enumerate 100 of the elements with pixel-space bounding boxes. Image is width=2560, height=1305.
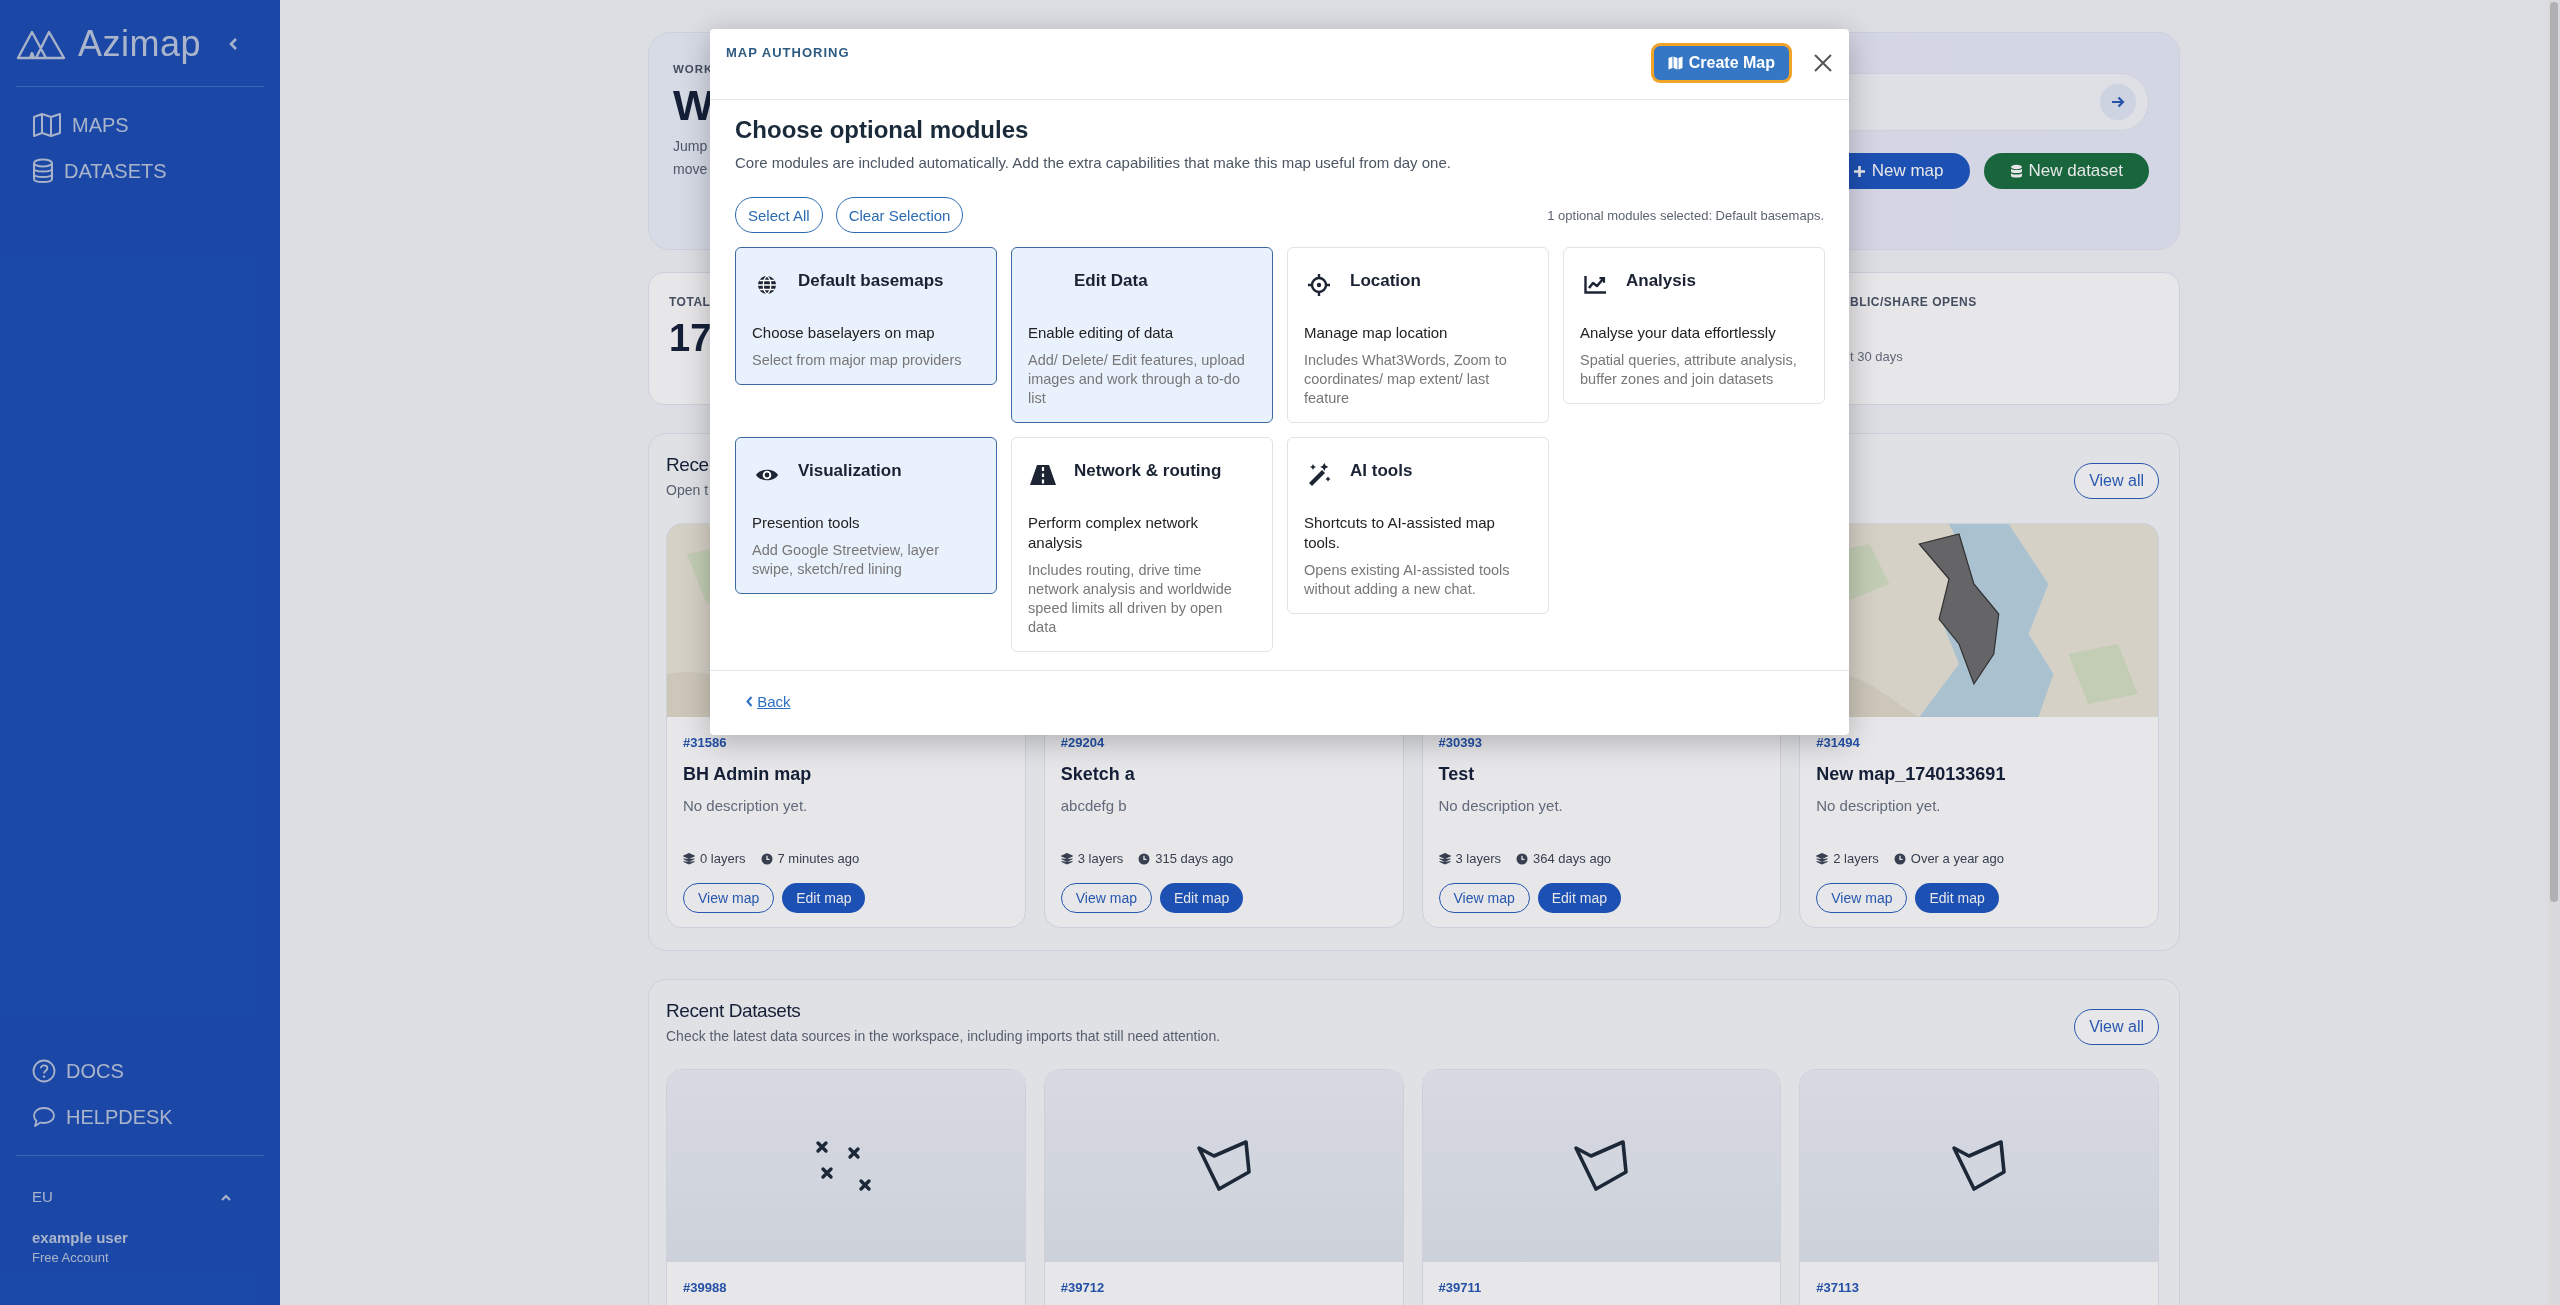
chevron-up-icon[interactable] [220, 1192, 232, 1201]
selection-summary: 1 optional modules selected: Default basemaps. [1547, 207, 1824, 223]
module-card[interactable]: AI tools Shortcuts to AI-assisted map tools. Opens existing AI-assisted tools without adding a new chat. [1287, 437, 1549, 614]
module-card[interactable]: Location Manage map location Includes What3Words, Zoom to coordinates/ map extent/ last feature [1287, 247, 1549, 423]
module-title: Edit Data [1074, 271, 1148, 291]
mountain-logo-icon [16, 28, 66, 60]
layers-icon [683, 852, 695, 865]
question-icon [32, 1059, 56, 1083]
map-description: No description yet. [1438, 797, 1563, 814]
view-map-button[interactable]: View map [683, 883, 775, 913]
module-summary: Shortcuts to AI-assisted map tools. [1304, 513, 1496, 553]
module-summary: Enable editing of data [1028, 323, 1175, 343]
chevron-left-icon [746, 696, 753, 707]
module-card[interactable]: Analysis Analyse your data effortlessly Spatial queries, attribute analysis, buffer zones and join datasets [1563, 247, 1825, 404]
clock-icon [1893, 852, 1906, 865]
module-detail: Select from major map providers [752, 351, 963, 370]
module-title: Network & routing [1074, 461, 1222, 481]
nav-link[interactable]: DOCS [32, 1055, 248, 1087]
map-id: #31586 [683, 735, 727, 750]
edit-map-button[interactable]: Edit map [1537, 883, 1621, 913]
updated-time: 315 days ago [1155, 851, 1234, 866]
hero-text: move [673, 160, 708, 179]
hero-title: W [673, 80, 714, 131]
account-plan: Free Account [31, 1249, 110, 1265]
polygon-icon [1573, 1139, 1630, 1193]
module-card[interactable]: Network & routing Perform complex network analysis Includes routing, drive time network analysis and worldwide speed limits all driven by open data [1011, 437, 1273, 652]
updated-time: 364 days ago [1533, 851, 1612, 866]
dialog-eyebrow: MAP AUTHORING [726, 45, 850, 62]
module-detail: Add Google Streetview, layer swipe, sketch/red lining [752, 541, 940, 579]
create-map-button[interactable]: Create Map [1651, 44, 1791, 82]
edit-map-button[interactable]: Edit map [1915, 883, 1999, 913]
globe-icon [757, 275, 777, 295]
layers-icon [1438, 852, 1451, 865]
module-card[interactable]: Visualization Presention tools Add Google Streetview, layer swipe, sketch/red lining [735, 437, 997, 594]
view-map-button[interactable]: View map [1060, 883, 1152, 913]
back-link[interactable]: Back [746, 693, 791, 710]
section-title: Recent Datasets [666, 1000, 801, 1022]
module-detail: Includes What3Words, Zoom to coordinates/ map extent/ last feature [1304, 351, 1508, 408]
view-map-button[interactable]: View map [1438, 883, 1530, 913]
close-icon[interactable] [1813, 53, 1833, 73]
section-subtitle: Check the latest data sources in the workspace, including imports that still need attention. [666, 1028, 1221, 1044]
eye-icon [755, 467, 779, 483]
clock-icon [760, 852, 773, 865]
clock-icon [1516, 852, 1529, 865]
line-chart-icon [1584, 276, 1606, 294]
chevron-left-icon[interactable] [228, 37, 238, 51]
user-name: example user [31, 1228, 129, 1246]
layer-count: 3 layers [1455, 851, 1502, 866]
view-all-button[interactable]: View all [2074, 463, 2159, 499]
module-title: Visualization [798, 461, 902, 481]
module-summary: Manage map location [1304, 323, 1449, 343]
module-title: Analysis [1626, 271, 1696, 291]
module-detail: Includes routing, drive time network analysis and worldwide speed limits all driven by open data [1028, 561, 1233, 637]
edit-map-button[interactable]: Edit map [1159, 883, 1244, 913]
stat-note: t 30 days [1850, 349, 1903, 364]
hero-eyebrow: WORK [673, 63, 714, 75]
dataset-id: #39712 [1059, 1279, 1106, 1297]
layers-icon [1060, 852, 1073, 865]
scrollbar-thumb[interactable] [2550, 2, 2558, 902]
chat-icon [32, 1105, 56, 1129]
module-summary: Choose baselayers on map [752, 323, 936, 343]
module-detail: Add/ Delete/ Edit features, upload images and work through a to-do list [1028, 351, 1246, 408]
database-icon [2009, 163, 2023, 179]
module-card[interactable]: Default basemaps Choose baselayers on map Select from major map providers [735, 247, 997, 385]
map-description: No description yet. [1816, 797, 1941, 814]
stat-label: BLIC/SHARE OPENS [1850, 295, 1977, 309]
database-icon [32, 158, 54, 184]
map-id: #30393 [1438, 735, 1482, 750]
section-title: Rece [666, 454, 709, 476]
module-detail: Spatial queries, attribute analysis, buffer zones and join datasets [1580, 351, 1798, 389]
module-summary: Presention tools [752, 513, 861, 533]
view-all-button[interactable]: View all [2074, 1009, 2159, 1045]
module-card[interactable]: Edit Data Enable editing of data Add/ Delete/ Edit features, upload images and work through a to-do list [1011, 247, 1273, 423]
map-name: Test [1438, 764, 1475, 785]
edit-map-button[interactable]: Edit map [782, 883, 866, 913]
dataset-id: #39711 [1437, 1279, 1483, 1297]
dialog-description: Core modules are included automatically. Add the extra capabilities that make this map useful from day one. [735, 154, 1452, 171]
map-id: #29204 [1060, 735, 1105, 750]
clock-icon [1138, 852, 1151, 865]
module-summary: Analyse your data effortlessly [1580, 323, 1777, 343]
map-icon [1667, 56, 1683, 70]
view-map-button[interactable]: View map [1816, 883, 1908, 913]
map-name: Sketch a [1060, 764, 1135, 785]
plus-icon [1852, 164, 1866, 178]
layer-count: 0 layers [700, 851, 746, 866]
nav-link[interactable]: HELPDESK [32, 1101, 248, 1133]
section-subtitle: Open t [666, 482, 709, 498]
module-title: Location [1350, 271, 1421, 291]
arrow-right-icon[interactable] [2100, 84, 2136, 120]
road-icon [1030, 465, 1056, 485]
select-all-button[interactable]: Select All [735, 197, 823, 233]
map-id: #31494 [1816, 735, 1860, 750]
map-description: abcdefg b [1060, 797, 1127, 814]
dataset-id: #39988 [682, 1279, 728, 1297]
nav-link[interactable]: MAPS [32, 109, 248, 141]
module-detail: Opens existing AI-assisted tools without adding a new chat. [1304, 561, 1511, 599]
nav-link[interactable]: DATASETS [32, 155, 248, 187]
dataset-id: #37113 [1815, 1279, 1860, 1297]
clear-selection-button[interactable]: Clear Selection [835, 197, 964, 233]
new-dataset-button[interactable]: New dataset [1983, 153, 2149, 189]
